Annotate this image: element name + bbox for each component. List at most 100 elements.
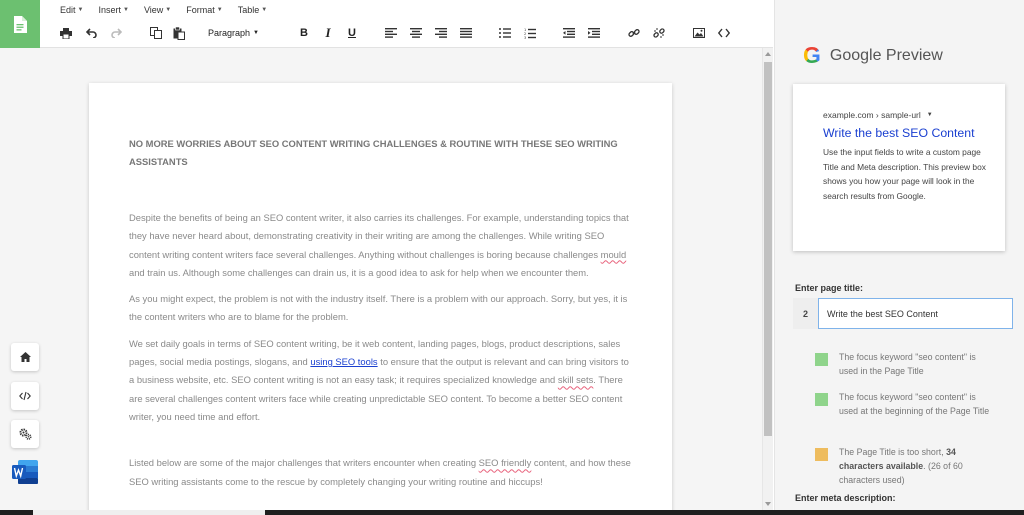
serp-title[interactable]: Write the best SEO Content bbox=[823, 126, 991, 140]
html-view-button[interactable] bbox=[11, 382, 39, 410]
align-right-button[interactable] bbox=[433, 25, 449, 41]
misspelled-word[interactable]: skill sets bbox=[558, 374, 593, 385]
settings-button[interactable] bbox=[11, 420, 39, 448]
document-paragraph: Listed below are some of the major chall… bbox=[129, 457, 631, 487]
app-logo[interactable] bbox=[0, 0, 40, 48]
menu-edit[interactable]: Edit ▼ bbox=[60, 3, 83, 17]
check-message: The Page Title is too short, 34 characte… bbox=[839, 447, 963, 485]
status-indicator bbox=[815, 393, 828, 406]
align-center-button[interactable] bbox=[408, 25, 424, 41]
seo-check-item: The Page Title is too short, 34 characte… bbox=[815, 445, 997, 487]
chevron-down-icon: ▼ bbox=[122, 7, 129, 13]
print-button[interactable] bbox=[58, 25, 74, 41]
chevron-down-icon: ▼ bbox=[77, 7, 84, 13]
print-icon bbox=[60, 27, 72, 39]
code-icon bbox=[718, 28, 730, 38]
link-icon bbox=[628, 29, 640, 37]
outdent-button[interactable] bbox=[561, 25, 577, 41]
undo-icon bbox=[85, 28, 97, 38]
align-center-icon bbox=[410, 28, 422, 38]
outdent-icon bbox=[563, 28, 575, 38]
menu-table[interactable]: Table ▼ bbox=[238, 3, 267, 17]
scroll-down-icon[interactable] bbox=[765, 502, 771, 506]
gears-icon bbox=[19, 428, 32, 440]
document-canvas: NO MORE WORRIES ABOUT SEO CONTENT WRITIN… bbox=[0, 48, 762, 510]
align-right-icon bbox=[435, 28, 447, 38]
serp-url: example.com › sample-url ▼ bbox=[823, 110, 933, 120]
serp-description: Use the input fields to write a custom p… bbox=[823, 147, 986, 201]
page-title-input[interactable] bbox=[818, 298, 1013, 329]
status-indicator bbox=[815, 353, 828, 366]
check-message: The focus keyword "seo content" is used … bbox=[839, 352, 976, 376]
page-title-row: 2 bbox=[793, 298, 1013, 329]
document-paragraph: Despite the benefits of being an SEO con… bbox=[129, 212, 629, 278]
misspelled-word[interactable]: SEO friendly bbox=[479, 457, 532, 468]
menu-view[interactable]: View ▼ bbox=[144, 3, 171, 17]
copy-icon bbox=[150, 27, 162, 39]
document-paragraph: As you might expect, the problem is not … bbox=[129, 293, 628, 323]
step-number-badge: 2 bbox=[793, 298, 818, 329]
bullet-list-icon bbox=[499, 28, 511, 38]
indent-icon bbox=[588, 28, 600, 38]
source-code-button[interactable] bbox=[716, 25, 732, 41]
editor-toolbar: Edit ▼ Insert ▼ View ▼ Format ▼ Table ▼ Parag… bbox=[40, 0, 773, 48]
code-icon bbox=[19, 391, 31, 401]
image-icon bbox=[693, 28, 705, 38]
taskbar-strip bbox=[0, 510, 1024, 515]
paste-icon bbox=[173, 26, 185, 40]
paste-button[interactable] bbox=[171, 25, 187, 41]
align-left-button[interactable] bbox=[383, 25, 399, 41]
align-justify-button[interactable] bbox=[458, 25, 474, 41]
google-logo-icon: G bbox=[803, 42, 821, 68]
panel-title: Google Preview bbox=[829, 46, 943, 64]
underline-button[interactable]: U bbox=[344, 25, 360, 41]
document-paragraph: We set daily goals in terms of SEO conte… bbox=[129, 337, 629, 422]
align-justify-icon bbox=[460, 28, 472, 38]
bold-button[interactable]: B bbox=[296, 25, 312, 41]
scrollbar-thumb[interactable] bbox=[764, 62, 772, 436]
insert-link-button[interactable] bbox=[626, 25, 642, 41]
document-icon bbox=[14, 15, 27, 33]
meta-description-label: Enter meta description: bbox=[795, 493, 896, 503]
status-indicator bbox=[815, 448, 828, 461]
page-title-label: Enter page title: bbox=[795, 283, 864, 293]
chevron-down-icon: ▼ bbox=[261, 7, 268, 13]
insert-image-button[interactable] bbox=[691, 25, 707, 41]
seo-check-item: The focus keyword "seo content" is used … bbox=[815, 350, 997, 378]
seo-check-item: The focus keyword "seo content" is used … bbox=[815, 390, 997, 418]
chevron-down-icon: ▼ bbox=[216, 7, 223, 13]
bullet-list-button[interactable] bbox=[497, 25, 513, 41]
check-message: The focus keyword "seo content" is used … bbox=[839, 392, 990, 416]
menu-bar: Edit ▼ Insert ▼ View ▼ Format ▼ Table ▼ bbox=[60, 3, 282, 17]
redo-icon bbox=[110, 28, 122, 38]
document-scrollbar[interactable] bbox=[762, 48, 773, 510]
redo-button[interactable] bbox=[108, 25, 124, 41]
chevron-down-icon: ▼ bbox=[926, 112, 933, 118]
document-page[interactable]: NO MORE WORRIES ABOUT SEO CONTENT WRITIN… bbox=[89, 83, 672, 510]
undo-button[interactable] bbox=[83, 25, 99, 41]
home-button[interactable] bbox=[11, 343, 39, 371]
misspelled-word[interactable]: mould bbox=[601, 249, 627, 260]
copy-button[interactable] bbox=[148, 25, 164, 41]
italic-button[interactable]: I bbox=[320, 25, 336, 41]
svg-text:3: 3 bbox=[524, 36, 526, 39]
scroll-up-icon[interactable] bbox=[765, 52, 771, 56]
document-heading: NO MORE WORRIES ABOUT SEO CONTENT WRITIN… bbox=[129, 138, 618, 167]
chevron-down-icon: ▼ bbox=[253, 30, 259, 36]
microsoft-word-icon[interactable] bbox=[11, 459, 39, 485]
remove-link-button[interactable] bbox=[651, 25, 667, 41]
numbered-list-button[interactable]: 123 bbox=[522, 25, 538, 41]
menu-format[interactable]: Format ▼ bbox=[186, 3, 222, 17]
menu-insert[interactable]: Insert ▼ bbox=[98, 3, 128, 17]
home-icon bbox=[19, 352, 31, 362]
unlink-icon bbox=[653, 28, 665, 38]
paragraph-format-select[interactable]: Paragraph ▼ bbox=[208, 25, 259, 41]
align-left-icon bbox=[385, 28, 397, 38]
indent-button[interactable] bbox=[586, 25, 602, 41]
google-preview-panel: G Google Preview example.com › sample-ur… bbox=[774, 0, 1024, 510]
search-result-preview: example.com › sample-url ▼ Write the best… bbox=[793, 84, 1005, 251]
numbered-list-icon: 123 bbox=[524, 28, 536, 39]
seo-tools-link[interactable]: using SEO tools bbox=[310, 356, 377, 367]
chevron-down-icon: ▼ bbox=[165, 7, 172, 13]
google-preview-header: G Google Preview bbox=[803, 42, 943, 69]
